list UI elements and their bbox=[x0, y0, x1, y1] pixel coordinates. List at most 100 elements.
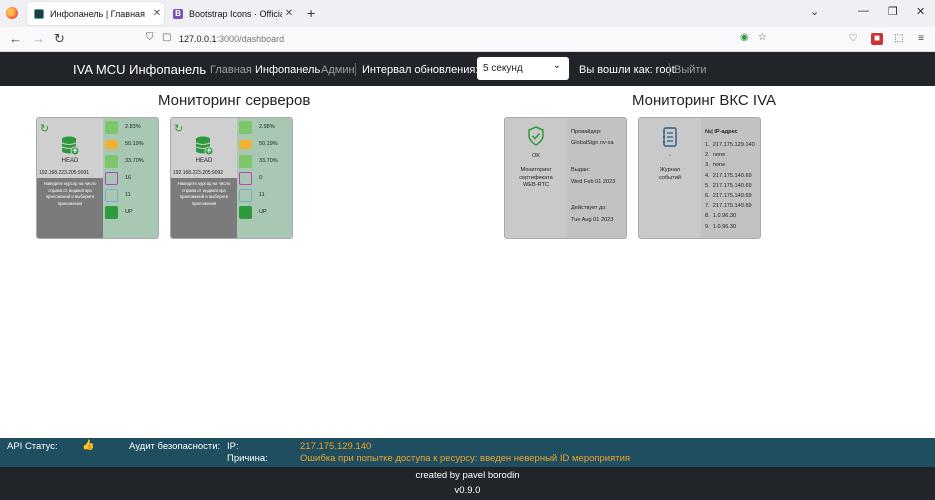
database-icon bbox=[61, 136, 79, 156]
ip-entry: 1. 217.175.129.140 bbox=[705, 142, 755, 148]
servers-section-title: Мониторинг серверов bbox=[158, 92, 311, 109]
back-arrow-icon[interactable]: ← bbox=[9, 32, 22, 46]
tab-infopanel[interactable]: Инфопанель | Главная ✕ bbox=[27, 2, 164, 25]
memory-value: 50.19% bbox=[125, 141, 144, 147]
cpu-value: 2.83% bbox=[125, 124, 141, 130]
nav-link-home[interactable]: Главная bbox=[210, 64, 252, 76]
cpu-metric[interactable]: 2.83% bbox=[105, 121, 158, 135]
maximize-icon[interactable]: ❐ bbox=[888, 5, 898, 18]
address-bar[interactable]: ⛉ ▢ 127.0.0.1:3000/dashboard ◉ ☆ bbox=[140, 29, 776, 49]
server-card: ↻ HEAD 192.168.223.205:9092 Наведите кур… bbox=[170, 117, 293, 239]
extensions-puzzle-icon[interactable]: ⬚ bbox=[893, 33, 905, 45]
reload-icon[interactable]: ↻ bbox=[54, 32, 65, 46]
bootstrap-favicon-icon: B bbox=[173, 8, 183, 19]
memory-metric[interactable]: 50.19% bbox=[105, 138, 158, 152]
shield-icon[interactable]: ⛉ bbox=[146, 32, 154, 43]
extension-icon[interactable]: ◉ bbox=[740, 32, 749, 43]
brand[interactable]: IVA MCU Инфопанель bbox=[73, 62, 206, 77]
valid-until-value: Tue Aug 01 2023 bbox=[571, 217, 614, 223]
apps-metric[interactable]: 16 bbox=[105, 172, 158, 186]
interval-value: 5 секунд bbox=[483, 63, 523, 74]
server-hint: Наведите курсор на число справа от индик… bbox=[37, 178, 103, 238]
refresh-icon[interactable]: ↻ bbox=[40, 122, 49, 135]
apps-metric[interactable]: 0 bbox=[239, 172, 292, 186]
apps-value[interactable]: 16 bbox=[125, 175, 131, 181]
nav-divider bbox=[355, 63, 356, 76]
app-menu-icon[interactable]: ≡ bbox=[915, 33, 927, 45]
network-value: UP bbox=[125, 209, 133, 215]
journal-name: Журнал событий bbox=[658, 167, 681, 181]
tab-bootstrap-icons[interactable]: B Bootstrap Icons · Official open source… bbox=[166, 2, 296, 25]
new-tab-plus-icon[interactable]: + bbox=[307, 5, 315, 21]
vks-section-title: Мониторинг ВКС IVA bbox=[632, 92, 776, 109]
network-metric[interactable]: UP bbox=[105, 206, 158, 220]
ip-list: 1. 217.175.129.140 2. none 3. none 4. 21… bbox=[705, 140, 755, 232]
certificate-card: OK Мониторинг сертификата WEB-RTC Провай… bbox=[504, 117, 627, 239]
firefox-menu-icon[interactable] bbox=[6, 7, 18, 19]
memory-value: 50.19% bbox=[259, 141, 278, 147]
certificate-name: Мониторинг сертификата WEB-RTC bbox=[519, 167, 553, 188]
server-card: ↻ HEAD 192.168.223.205:9091 Наведите кур… bbox=[36, 117, 159, 239]
issued-value: Wed Feb 01 2023 bbox=[571, 179, 616, 185]
network-metric[interactable]: UP bbox=[239, 206, 292, 220]
sessions-metric[interactable]: 11 bbox=[239, 189, 292, 203]
disk-value: 33.70% bbox=[259, 158, 278, 164]
logged-in-user: Вы вошли как: root bbox=[579, 64, 675, 76]
logout-link[interactable]: Выйти bbox=[674, 64, 707, 76]
audit-ip-value: 217.175.129.140 bbox=[300, 441, 372, 452]
shield-check-icon bbox=[528, 126, 544, 146]
footer: created by pavel borodin v0.9.0 bbox=[0, 467, 935, 500]
page-info-icon[interactable]: ▢ bbox=[162, 32, 171, 43]
journal-icon bbox=[663, 127, 677, 147]
disk-metric[interactable]: 33.70% bbox=[105, 155, 158, 169]
footer-version: v0.9.0 bbox=[454, 485, 481, 496]
close-tab-icon[interactable]: ✕ bbox=[282, 8, 296, 19]
server-hint: Наведите курсор на число справа от индик… bbox=[171, 178, 237, 238]
sessions-icon bbox=[105, 189, 118, 202]
chevron-down-icon: ⌄ bbox=[552, 60, 561, 71]
disk-icon bbox=[105, 155, 118, 168]
journal-card: - Журнал событий №| IP-адрес 1. 217.175.… bbox=[638, 117, 761, 239]
apps-value[interactable]: 0 bbox=[259, 175, 262, 181]
ip-entry: 3. none bbox=[705, 162, 726, 169]
disk-value: 33.70% bbox=[125, 158, 144, 164]
disk-metric[interactable]: 33.70% bbox=[239, 155, 292, 169]
close-tab-icon[interactable]: ✕ bbox=[150, 8, 164, 19]
apps-icon bbox=[239, 172, 252, 185]
interval-select[interactable]: 5 секунд ⌄ bbox=[477, 57, 569, 80]
url-text[interactable]: 127.0.0.1:3000/dashboard bbox=[179, 34, 284, 44]
reason-label: Причина: bbox=[227, 453, 268, 464]
bookmark-star-icon[interactable]: ☆ bbox=[758, 32, 767, 43]
ip-list-header: №| IP-адрес bbox=[705, 129, 738, 135]
forward-arrow-icon[interactable]: → bbox=[32, 32, 45, 46]
nav-link-infopanel[interactable]: Инфопанель bbox=[255, 64, 320, 76]
cpu-value: 2.98% bbox=[259, 124, 275, 130]
ip-entry: 6. 217.175.140.69 bbox=[705, 193, 752, 200]
browser-toolbar: ← → ↻ ⛉ ▢ 127.0.0.1:3000/dashboard ◉ ☆ ♡… bbox=[0, 27, 935, 52]
close-window-icon[interactable]: ✕ bbox=[916, 5, 925, 18]
nav-link-admin[interactable]: Админ bbox=[321, 64, 355, 76]
ip-entry: 4. 217.175.140.69 bbox=[705, 172, 752, 179]
network-icon bbox=[105, 206, 118, 219]
cpu-metric[interactable]: 2.98% bbox=[239, 121, 292, 135]
ip-entry: 2. none bbox=[705, 152, 726, 159]
addon-icon[interactable]: ■ bbox=[871, 33, 883, 45]
tab-title: Инфопанель | Главная bbox=[50, 8, 145, 19]
ip-entry: 5. 217.175.140.69 bbox=[705, 182, 752, 189]
tab-title: Bootstrap Icons · Official open source S… bbox=[189, 8, 282, 19]
memory-metric[interactable]: 50.19% bbox=[239, 138, 292, 152]
iva-favicon-icon bbox=[34, 8, 44, 19]
ip-entry: 9. 1.0.96.30 bbox=[705, 223, 737, 230]
minimize-icon[interactable]: — bbox=[858, 5, 869, 17]
refresh-icon[interactable]: ↻ bbox=[174, 122, 183, 135]
status-bar: API Статус: 👍 Аудит безопасности: IP: 21… bbox=[0, 438, 935, 467]
cpu-icon bbox=[105, 121, 118, 134]
audit-label: Аудит безопасности: bbox=[129, 441, 221, 452]
pocket-icon[interactable]: ♡ bbox=[847, 33, 859, 45]
sessions-metric[interactable]: 11 bbox=[105, 189, 158, 203]
certificate-status: OK bbox=[531, 153, 541, 159]
list-tabs-chevron-icon[interactable]: ⌄ bbox=[810, 5, 819, 18]
api-status-label: API Статус: bbox=[7, 441, 58, 452]
sessions-icon bbox=[239, 189, 252, 202]
sessions-value: 11 bbox=[259, 192, 265, 198]
